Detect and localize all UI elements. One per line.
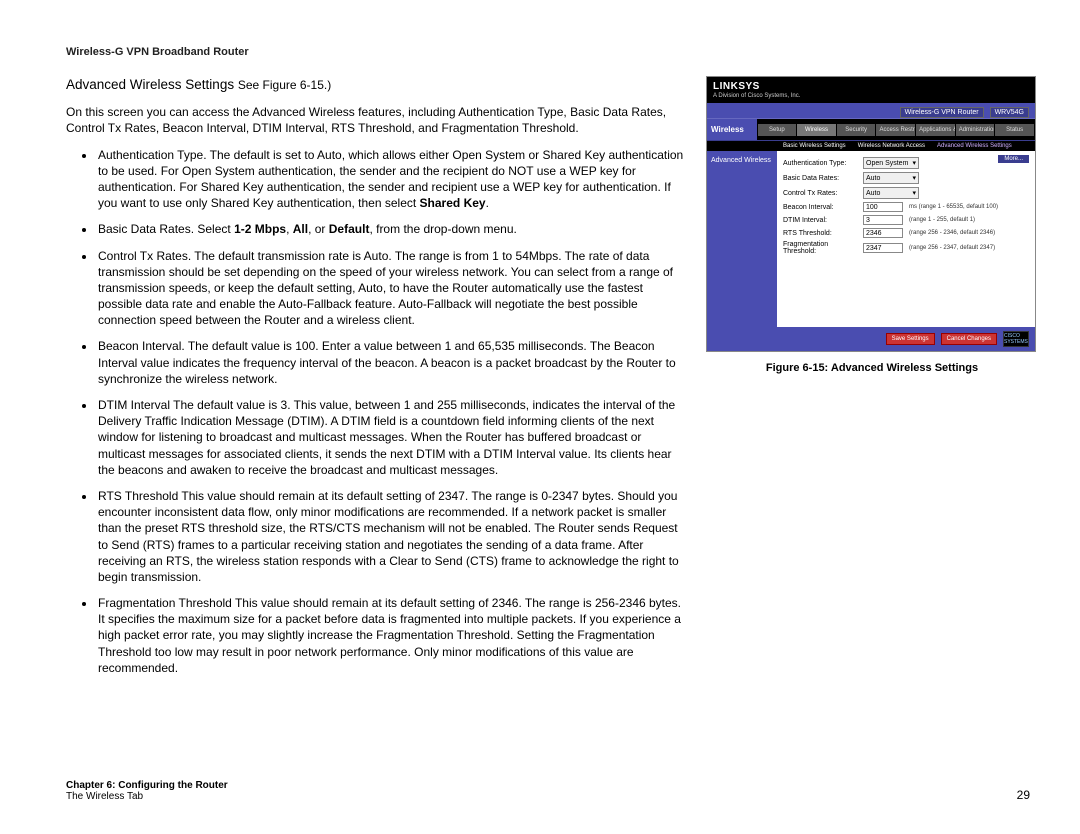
chevron-down-icon: ▾ — [912, 159, 916, 167]
doc-header: Wireless-G VPN Broadband Router — [66, 46, 1030, 58]
figure-column: LINKSYS A Division of Cisco Systems, Inc… — [706, 76, 1038, 686]
row-rts-threshold: RTS Threshold: 2346 (range 256 - 2346, d… — [783, 228, 1029, 238]
input-beacon-interval[interactable]: 100 — [863, 202, 903, 212]
section-title-lead: Advanced Wireless Settings — [66, 77, 238, 92]
main-tabs: Setup Wireless Security Access Restricti… — [757, 119, 1035, 140]
hint-frag-threshold: (range 256 - 2347, default 2347) — [909, 245, 995, 251]
select-auth-type[interactable]: Open System▾ — [863, 157, 919, 169]
section-title-trail: See Figure 6-15.) — [238, 78, 331, 92]
screenshot-body: Advanced Wireless More... Authentication… — [707, 151, 1035, 327]
row-dtim-interval: DTIM Interval: 3 (range 1 - 255, default… — [783, 215, 1029, 225]
bullet-list: Authentication Type. The default is set … — [66, 147, 686, 676]
label-control-tx: Control Tx Rates: — [783, 190, 863, 197]
footer-left: Chapter 6: Configuring the Router The Wi… — [66, 780, 228, 802]
bold-text: All — [293, 222, 308, 236]
row-basic-data-rates: Basic Data Rates: Auto▾ — [783, 172, 1029, 184]
row-frag-threshold: Fragmentation Threshold: 2347 (range 256… — [783, 241, 1029, 255]
brand-subtitle: A Division of Cisco Systems, Inc. — [713, 93, 800, 99]
body-column: Advanced Wireless Settings See Figure 6-… — [66, 76, 686, 686]
tab-status[interactable]: Status — [995, 124, 1034, 136]
label-basic-data-rates: Basic Data Rates: — [783, 175, 863, 182]
bullet-text: , from the drop-down menu. — [369, 222, 516, 236]
tab-wireless[interactable]: Wireless — [797, 124, 836, 136]
bold-text: Shared Key — [420, 196, 486, 210]
screenshot-footer: Save Settings Cancel Changes CISCO SYSTE… — [707, 327, 1035, 351]
cisco-logo: CISCO SYSTEMS — [1003, 331, 1029, 347]
label-dtim-interval: DTIM Interval: — [783, 217, 863, 224]
label-auth-type: Authentication Type: — [783, 160, 863, 167]
subtab-basic[interactable]: Basic Wireless Settings — [783, 143, 846, 149]
bold-text: 1-2 Mbps — [234, 222, 286, 236]
bullet-text: Authentication Type. The default is set … — [98, 148, 683, 211]
screenshot-brandbar: LINKSYS A Division of Cisco Systems, Inc… — [707, 77, 1035, 103]
screenshot-tabrow: Wireless Setup Wireless Security Access … — [707, 118, 1035, 141]
footer-tab: The Wireless Tab — [66, 791, 228, 802]
row-control-tx: Control Tx Rates: Auto▾ — [783, 187, 1029, 199]
label-beacon-interval: Beacon Interval: — [783, 204, 863, 211]
bold-text: Default — [329, 222, 370, 236]
screenshot-sidebar: Advanced Wireless — [707, 151, 777, 327]
cancel-changes-button[interactable]: Cancel Changes — [941, 333, 997, 345]
list-item: Authentication Type. The default is set … — [96, 147, 686, 212]
chevron-down-icon: ▾ — [912, 189, 916, 197]
product-name: Wireless-G VPN Router — [900, 107, 984, 118]
hint-beacon-interval: ms (range 1 - 65535, default 100) — [909, 204, 998, 210]
tab-apps[interactable]: Applications & Gaming — [916, 124, 955, 136]
row-beacon-interval: Beacon Interval: 100 ms (range 1 - 65535… — [783, 202, 1029, 212]
screenshot-form: More... Authentication Type: Open System… — [777, 151, 1035, 327]
content-columns: Advanced Wireless Settings See Figure 6-… — [66, 76, 1030, 686]
list-item: RTS Threshold This value should remain a… — [96, 488, 686, 585]
input-rts-threshold[interactable]: 2346 — [863, 228, 903, 238]
footer-chapter: Chapter 6: Configuring the Router — [66, 780, 228, 791]
input-dtim-interval[interactable]: 3 — [863, 215, 903, 225]
hint-rts-threshold: (range 256 - 2346, default 2346) — [909, 230, 995, 236]
page-footer: Chapter 6: Configuring the Router The Wi… — [66, 780, 1030, 802]
tab-setup[interactable]: Setup — [758, 124, 797, 136]
document-page: Wireless-G VPN Broadband Router Advanced… — [0, 0, 1080, 834]
figure-caption: Figure 6-15: Advanced Wireless Settings — [706, 362, 1038, 374]
more-button[interactable]: More... — [998, 155, 1029, 163]
list-item: DTIM Interval The default value is 3. Th… — [96, 397, 686, 478]
screenshot-titlebar: Wireless-G VPN Router WRV54G — [707, 103, 1035, 118]
label-rts-threshold: RTS Threshold: — [783, 230, 863, 237]
tab-admin[interactable]: Administration — [956, 124, 995, 136]
list-item: Control Tx Rates. The default transmissi… — [96, 248, 686, 329]
input-frag-threshold[interactable]: 2347 — [863, 243, 903, 253]
section-label: Wireless — [707, 119, 757, 140]
tab-security[interactable]: Security — [837, 124, 876, 136]
page-number: 29 — [1017, 788, 1030, 802]
select-basic-data-rates[interactable]: Auto▾ — [863, 172, 919, 184]
list-item: Beacon Interval. The default value is 10… — [96, 338, 686, 387]
select-control-tx[interactable]: Auto▾ — [863, 187, 919, 199]
row-auth-type: Authentication Type: Open System▾ — [783, 157, 1029, 169]
router-screenshot: LINKSYS A Division of Cisco Systems, Inc… — [706, 76, 1036, 352]
bullet-text: , or — [308, 222, 329, 236]
brand-block: LINKSYS A Division of Cisco Systems, Inc… — [713, 81, 800, 99]
list-item: Fragmentation Threshold This value shoul… — [96, 595, 686, 676]
section-title: Advanced Wireless Settings See Figure 6-… — [66, 76, 686, 94]
save-settings-button[interactable]: Save Settings — [886, 333, 935, 345]
subtab-access[interactable]: Wireless Network Access — [858, 143, 925, 149]
bullet-text: . — [486, 196, 489, 210]
list-item: Basic Data Rates. Select 1-2 Mbps, All, … — [96, 221, 686, 237]
brand-logo: LINKSYS — [713, 81, 800, 92]
sub-tabs: Basic Wireless Settings Wireless Network… — [707, 141, 1035, 151]
intro-paragraph: On this screen you can access the Advanc… — [66, 104, 686, 136]
bullet-text: , — [286, 222, 293, 236]
model-name: WRV54G — [990, 107, 1029, 118]
chevron-down-icon: ▾ — [912, 174, 916, 182]
subtab-advanced[interactable]: Advanced Wireless Settings — [937, 143, 1012, 149]
tab-access[interactable]: Access Restrictions — [876, 124, 915, 136]
hint-dtim-interval: (range 1 - 255, default 1) — [909, 217, 975, 223]
bullet-text: Basic Data Rates. Select — [98, 222, 234, 236]
label-frag-threshold: Fragmentation Threshold: — [783, 241, 863, 255]
